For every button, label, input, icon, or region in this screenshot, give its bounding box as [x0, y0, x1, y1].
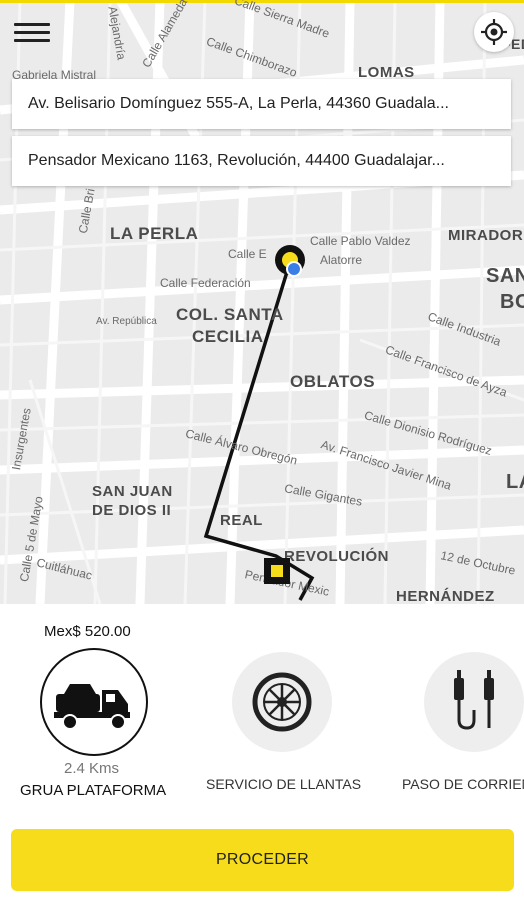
area-label: OBLATOS — [290, 372, 376, 391]
service-distance: 2.4 Kms — [64, 760, 120, 777]
area-label: MIRADOR — [448, 227, 524, 244]
service-circle[interactable] — [424, 652, 524, 752]
tow-truck-icon — [54, 684, 130, 730]
street-label: Calle Federación — [160, 276, 251, 290]
destination-address-field[interactable]: Pensador Mexicano 1163, Revolución, 4440… — [12, 136, 511, 186]
proceed-button[interactable]: PROCEDER — [11, 829, 514, 891]
crosshair-icon — [481, 19, 507, 45]
area-label: CECILIA — [192, 327, 264, 346]
area-label: DE DIOS II — [92, 502, 172, 519]
service-name: GRUA PLATAFORMA — [20, 782, 167, 799]
origin-address-field[interactable]: Av. Belisario Domínguez 555-A, La Perla,… — [12, 79, 511, 129]
area-label: SAN — [486, 265, 524, 287]
service-option-corriente[interactable]: PASO DE CORRIEN — [392, 640, 524, 810]
service-circle[interactable] — [232, 652, 332, 752]
service-circle[interactable] — [40, 648, 148, 756]
area-label: COL. SANTA — [176, 305, 284, 324]
tire-icon — [252, 672, 312, 732]
service-name: SERVICIO DE LLANTAS — [206, 776, 362, 792]
service-option-grua[interactable]: 2.4 Kms GRUA PLATAFORMA — [0, 640, 190, 810]
street-label: Calle Pablo Valdez — [310, 234, 411, 248]
area-label: LA — [506, 471, 524, 493]
destination-marker-icon — [264, 558, 290, 584]
street-label: Av. República — [96, 316, 157, 327]
origin-marker-icon — [275, 245, 305, 277]
area-label: SAN JUAN — [92, 483, 173, 500]
my-location-button[interactable] — [474, 12, 514, 52]
service-option-llantas[interactable]: SERVICIO DE LLANTAS — [196, 640, 366, 810]
area-label: REVOLUCIÓN — [284, 548, 390, 565]
jumper-cables-icon — [454, 670, 494, 730]
street-label: Calle E — [228, 247, 267, 261]
area-label: REAL — [220, 512, 263, 529]
menu-icon[interactable] — [14, 18, 50, 48]
area-label: BO — [500, 291, 524, 313]
service-name: PASO DE CORRIEN — [402, 776, 524, 792]
area-label: HERNÁNDEZ — [396, 588, 495, 604]
map-view[interactable]: LA PERLA COL. SANTA CECILIA OBLATOS SAN … — [0, 0, 524, 604]
area-label: LA PERLA — [110, 224, 199, 243]
street-label: Alatorre — [320, 253, 363, 267]
price-label: Mex$ 520.00 — [44, 623, 131, 640]
